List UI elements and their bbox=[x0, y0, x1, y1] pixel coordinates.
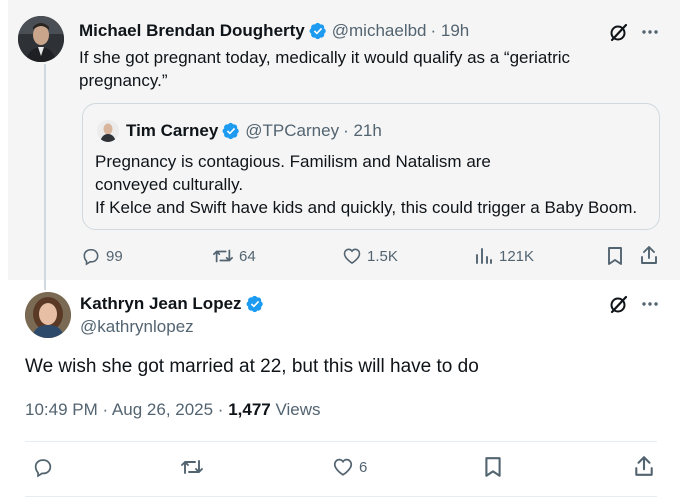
divider bbox=[25, 441, 657, 442]
like-button[interactable]: 6 bbox=[332, 456, 367, 478]
bookmark-icon bbox=[608, 247, 622, 265]
bookmark-icon bbox=[485, 457, 501, 477]
more-icon[interactable] bbox=[640, 294, 660, 314]
tweet-time[interactable]: · 19h bbox=[431, 21, 470, 41]
quoted-tweet-line-2: If Kelce and Swift have kids and quickly… bbox=[95, 198, 638, 217]
share-button[interactable] bbox=[639, 245, 659, 265]
reply-button[interactable] bbox=[32, 456, 54, 478]
reply-button[interactable]: 99 bbox=[81, 246, 123, 266]
tweet-metadata: 10:49 PM · Aug 26, 2025 · 1,477 Views bbox=[25, 400, 321, 420]
views-button[interactable]: 121K bbox=[474, 246, 534, 266]
bookmark-button[interactable] bbox=[606, 246, 624, 266]
avatar[interactable] bbox=[18, 16, 64, 62]
author-name[interactable]: Michael Brendan Dougherty bbox=[79, 21, 305, 41]
views-count: 121K bbox=[499, 247, 535, 265]
grok-icon[interactable] bbox=[609, 294, 629, 314]
views-count: 1,477 bbox=[228, 400, 271, 419]
like-icon bbox=[343, 248, 361, 265]
author-name[interactable]: Kathryn Jean Lopez bbox=[80, 294, 242, 314]
author-handle[interactable]: @michaelbd bbox=[332, 21, 427, 41]
quoted-author-row: Tim Carney @TPCarney · 21h bbox=[126, 121, 382, 141]
author-handle[interactable]: @kathrynlopez bbox=[80, 317, 194, 337]
more-icon[interactable] bbox=[640, 22, 660, 42]
quoted-author-handle: @TPCarney bbox=[245, 121, 340, 140]
repost-icon bbox=[181, 460, 203, 474]
verified-badge-icon bbox=[309, 22, 326, 40]
parent-author-row: Michael Brendan Dougherty @michaelbd · 1… bbox=[79, 21, 469, 41]
main-author-row: Kathryn Jean Lopez bbox=[80, 294, 269, 314]
repost-count: 64 bbox=[239, 247, 256, 265]
repost-icon bbox=[213, 249, 233, 263]
repost-button[interactable] bbox=[180, 456, 204, 478]
quoted-tweet-line-1: Pregnancy is contagious. Familism and Na… bbox=[95, 152, 491, 194]
reply-icon bbox=[83, 248, 99, 266]
thread-connector-line bbox=[44, 64, 46, 290]
reply-icon bbox=[34, 459, 52, 478]
repost-button[interactable]: 64 bbox=[212, 246, 256, 266]
views-icon bbox=[476, 248, 492, 264]
like-button[interactable]: 1.5K bbox=[342, 246, 398, 266]
avatar[interactable] bbox=[25, 292, 71, 338]
quoted-author-name: Tim Carney bbox=[126, 121, 219, 140]
views-label: Views bbox=[275, 400, 321, 419]
share-icon bbox=[635, 456, 653, 476]
quoted-avatar bbox=[97, 120, 119, 142]
quoted-tweet-time: · 21h bbox=[343, 121, 382, 140]
like-icon bbox=[333, 458, 353, 476]
like-count: 6 bbox=[359, 458, 368, 476]
main-handle-row: @kathrynlopez bbox=[80, 317, 194, 337]
share-icon bbox=[641, 246, 657, 264]
parent-tweet-text: If she got pregnant today, medically it … bbox=[79, 48, 571, 90]
divider bbox=[25, 496, 657, 497]
bookmark-button[interactable] bbox=[483, 456, 503, 478]
verified-badge-icon bbox=[246, 295, 263, 313]
verified-badge-icon bbox=[222, 122, 240, 140]
grok-icon[interactable] bbox=[609, 22, 629, 42]
main-tweet-text: We wish she got married at 22, but this … bbox=[25, 356, 479, 377]
share-button[interactable] bbox=[633, 455, 655, 477]
reply-count: 99 bbox=[106, 247, 123, 265]
like-count: 1.5K bbox=[367, 247, 398, 265]
tweet-timestamp[interactable]: 10:49 PM · Aug 26, 2025 · bbox=[25, 400, 223, 419]
